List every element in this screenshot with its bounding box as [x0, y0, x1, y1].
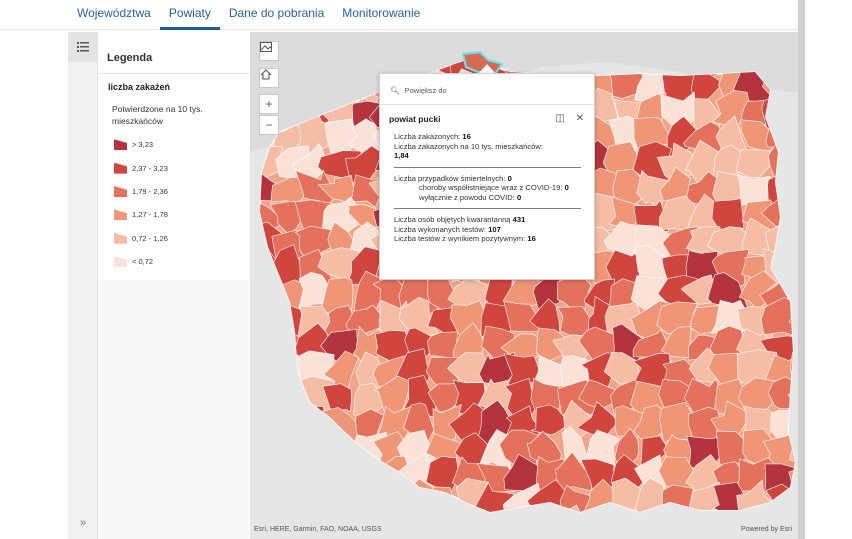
legend-class: < 0,72: [114, 250, 249, 273]
legend-class: 2,37 - 3,23: [114, 156, 249, 179]
quarantine-row: Liczba osób objętych kwarantanną 431: [394, 215, 584, 225]
magnifier-icon: 🔍︎: [390, 86, 400, 95]
deaths-row: Liczba przypadków śmiertelnych: 0: [394, 174, 584, 184]
top-tab-bar: Województwa Powiaty Dane do pobrania Mon…: [0, 0, 798, 30]
tab-dane-do-pobrania[interactable]: Dane do pobrania: [220, 0, 333, 30]
double-chevron-right-icon: »: [79, 517, 87, 529]
popup-content: Liczba zakażonych: 16 Liczba zakażonych …: [394, 132, 584, 244]
minus-icon: −: [265, 118, 273, 132]
legend-list-button[interactable]: [68, 32, 98, 62]
legend-class-label: 1,27 - 1,78: [132, 210, 168, 220]
legend-swatch: [114, 162, 127, 174]
divider: [394, 166, 581, 168]
comorb-value: 0: [564, 183, 569, 192]
tab-powiaty[interactable]: Powiaty: [159, 0, 220, 30]
legend-class-label: < 0,72: [132, 257, 154, 267]
legend-swatch: [114, 256, 127, 268]
zoom-to-link[interactable]: 🔍︎ Powiększ do: [380, 74, 594, 105]
legend-panel: Legenda liczba zakażeń Potwierdzone na 1…: [98, 32, 249, 539]
expand-panel-button[interactable]: »: [68, 508, 98, 538]
positive-value: 16: [527, 234, 536, 243]
positive-label: Liczba testów z wynikiem pozytywnym:: [394, 234, 526, 243]
per10k-value-row: 1,84: [394, 151, 584, 161]
feature-popup: 🔍︎ Powiększ do powiat pucki ◫ ✕ Liczba z…: [379, 73, 595, 280]
map-attribution[interactable]: Esri, HERE, Garmin, FAO, NOAA, USGS: [254, 526, 382, 533]
tab-monitorowanie[interactable]: Monitorowanie: [333, 0, 429, 30]
legend-swatch: [114, 139, 127, 151]
tests-label: Liczba wykonanych testów:: [394, 224, 487, 234]
divider: [394, 208, 581, 209]
tests-value: 107: [488, 224, 501, 234]
legend-title: Legenda: [98, 32, 249, 74]
dock-icon[interactable]: ◫: [555, 113, 564, 124]
positive-row: Liczba testów z wynikiem pozytywnym: 16: [394, 234, 584, 244]
legend-class-label: 1,79 - 2,36: [132, 186, 168, 196]
image-icon: [260, 42, 272, 52]
per10k-label: Liczba zakażonych na 10 tys. mieszkańców…: [394, 141, 543, 151]
popup-actions: ◫ ✕: [555, 113, 584, 124]
close-icon[interactable]: ✕: [576, 113, 584, 124]
per10k-row: Liczba zakażonych na 10 tys. mieszkańców…: [394, 142, 584, 152]
basemap-button[interactable]: [259, 41, 279, 61]
home-icon: [260, 69, 272, 80]
comorb-row: choroby współistniejące wraz z COVID-19:…: [394, 183, 584, 193]
plus-icon: +: [265, 97, 273, 111]
zoom-to-label: Powiększ do: [404, 86, 447, 95]
legend-swatch: [114, 209, 127, 221]
legend-class-label: 2,37 - 3,23: [132, 163, 168, 173]
infected-value: 16: [462, 132, 471, 141]
legend-class-label: > 3,23: [132, 140, 154, 150]
infected-row: Liczba zakażonych: 16: [394, 132, 584, 142]
vertical-scrollbar[interactable]: [798, 0, 805, 539]
covid-only-value: 0: [516, 192, 522, 202]
home-button[interactable]: [259, 68, 279, 88]
deaths-value: 0: [507, 173, 512, 183]
legend-layer-name: liczba zakażeń: [108, 82, 171, 92]
legend-swatch: [114, 232, 127, 244]
zoom-in-button[interactable]: +: [259, 94, 279, 114]
deaths-label: Liczba przypadków śmiertelnych:: [394, 173, 506, 183]
popup-title: powiat pucki: [389, 114, 441, 124]
app-page: Województwa Powiaty Dane do pobrania Mon…: [0, 0, 852, 539]
infected-label: Liczba zakażonych:: [394, 132, 461, 141]
side-toolbar: »: [68, 32, 98, 539]
per10k-value: 1,84: [394, 151, 409, 160]
tab-wojewodztwa[interactable]: Województwa: [68, 0, 160, 30]
comorb-label: choroby współistniejące wraz z COVID-19:: [419, 183, 563, 192]
legend-class: 1,79 - 2,36: [114, 180, 249, 203]
list-icon: [77, 42, 89, 52]
quarantine-label: Liczba osób objętych kwarantanną: [394, 215, 511, 224]
covid-only-row: wyłącznie z powodu COVID: 0: [394, 193, 584, 203]
legend-swatch: [114, 185, 127, 197]
legend-class-label: 0,72 - 1,26: [132, 233, 168, 243]
legend-class: 0,72 - 1,26: [114, 227, 249, 250]
legend-class: > 3,23: [114, 133, 249, 156]
zoom-out-button[interactable]: −: [259, 115, 279, 135]
powered-by-esri[interactable]: Powered by Esri: [741, 526, 792, 533]
quarantine-value: 431: [512, 215, 526, 224]
tests-row: Liczba wykonanych testów: 107: [394, 225, 584, 235]
legend-class: 1,27 - 1,78: [114, 203, 249, 226]
covid-only-label: wyłącznie z powodu COVID:: [419, 192, 515, 202]
legend-class-list: > 3,23 2,37 - 3,23 1,79 - 2,36 1,27 - 1,78 0…: [98, 127, 249, 273]
legend-subtitle: Potwierdzone na 10 tys. mieszkańców: [112, 104, 203, 126]
legend-empty-area: [98, 280, 249, 539]
